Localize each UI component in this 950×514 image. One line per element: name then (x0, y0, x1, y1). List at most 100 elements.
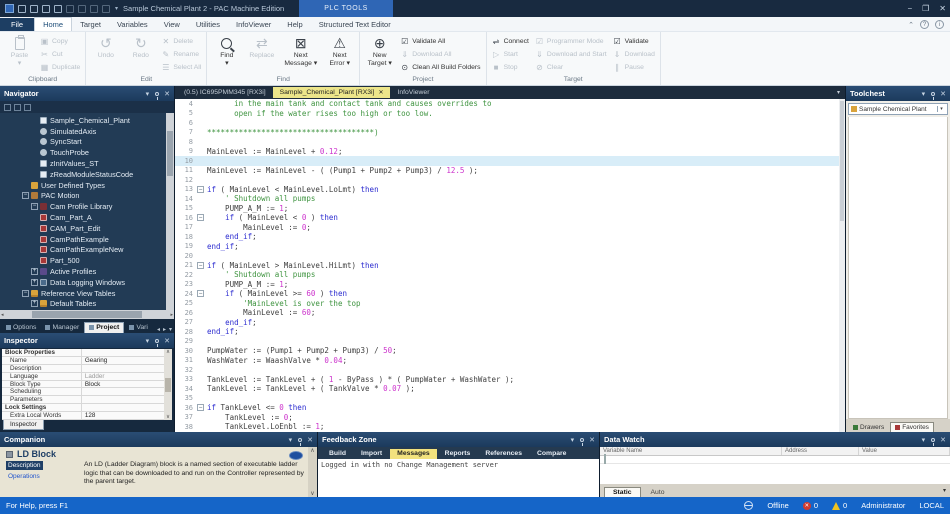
start-button[interactable]: ▷Start (490, 48, 531, 60)
download-and-start-button[interactable]: ⇓Download and Start (533, 48, 609, 60)
fold-collapse-icon[interactable]: − (197, 186, 204, 193)
inspector-row[interactable]: Description (2, 365, 172, 373)
ribbon-tab-structured-text-editor[interactable]: Structured Text Editor (311, 18, 399, 31)
close-icon[interactable]: ✕ (939, 4, 946, 13)
ribbon-tab-target[interactable]: Target (72, 18, 109, 31)
scroll-right-icon[interactable]: ▸ (170, 312, 173, 318)
next-message-button[interactable]: ⊠NextMessage ▾ (280, 33, 321, 75)
tab-options[interactable]: Options (2, 323, 40, 333)
code-line[interactable]: 8 (175, 137, 845, 147)
validate-button[interactable]: ☑Validate (611, 35, 657, 47)
replace-button[interactable]: ⇄Replace (245, 33, 278, 75)
code-line[interactable]: 20 (175, 251, 845, 261)
code-line[interactable]: 29 (175, 337, 845, 347)
ribbon-tab-home[interactable]: Home (34, 17, 72, 31)
code-line[interactable]: 23 PUMP_A_M := 1; (175, 280, 845, 290)
redo-icon[interactable] (78, 5, 86, 13)
nav-view-icon-3[interactable] (24, 104, 31, 111)
save-icon[interactable] (18, 5, 26, 13)
stop-button[interactable]: ■Stop (490, 61, 531, 73)
pin-icon[interactable] (298, 438, 302, 442)
save-all-icon[interactable] (30, 5, 38, 13)
undo-button[interactable]: ↺Undo (89, 33, 122, 75)
panel-menu-icon[interactable]: ▾ (571, 436, 575, 444)
next-error-button[interactable]: ⚠NextError ▾ (323, 33, 356, 75)
tree-item-zreadmodulestatuscode[interactable]: zReadModuleStatusCode (0, 169, 174, 180)
code-line[interactable]: 24− if ( MainLevel >= 60 ) then (175, 289, 845, 299)
tab-build[interactable]: Build (322, 449, 353, 459)
document-tab[interactable]: InfoViewer (390, 87, 436, 98)
download-all-button[interactable]: ⇓Download All (398, 48, 482, 60)
tree-item-data-logging-windows[interactable]: +Data Logging Windows (0, 277, 174, 288)
tree-item-cam-part-edit[interactable]: CAM_Part_Edit (0, 223, 174, 234)
code-line[interactable]: 36−if TankLevel <= 0 then (175, 403, 845, 413)
tabs-right-icon[interactable]: ▸ (163, 326, 166, 333)
minimize-icon[interactable]: − (907, 4, 912, 13)
companion-scrollbar[interactable]: ∧ ∨ (308, 447, 317, 497)
select-all-button[interactable]: ☰Select All (159, 61, 203, 73)
inspector-row[interactable]: NameGearing (2, 357, 172, 365)
restore-icon[interactable]: ❐ (922, 4, 929, 13)
code-line[interactable]: 9MainLevel := MainLevel + 0.12; (175, 147, 845, 157)
structured-text-editor[interactable]: 4 in the main tank and contact tank and … (175, 99, 845, 432)
code-line[interactable]: 7*************************************) (175, 128, 845, 138)
tab-auto[interactable]: Auto (643, 488, 673, 497)
code-line[interactable]: 6 (175, 118, 845, 128)
code-line[interactable]: 14 ' Shutdown all pumps (175, 194, 845, 204)
redo-button[interactable]: ↻Redo (124, 33, 157, 75)
inspector-row[interactable]: Extra Local Words128 (2, 412, 172, 420)
expand-icon[interactable]: + (31, 279, 38, 286)
code-line[interactable]: 34TankLevel := TankLevel + ( TankValve *… (175, 384, 845, 394)
tree-item-reference-view-tables[interactable]: −Reference View Tables (0, 288, 174, 299)
code-line[interactable]: 25 'MainLevel is over the top (175, 299, 845, 309)
panel-menu-icon[interactable]: ▾ (289, 436, 293, 444)
code-line[interactable]: 27 end_if; (175, 318, 845, 328)
error-counter[interactable]: ✕ 0 (803, 501, 818, 510)
tree-item-active-profiles[interactable]: +Active Profiles (0, 266, 174, 277)
new-target-button[interactable]: ⊕NewTarget ▾ (363, 33, 396, 75)
panel-menu-icon[interactable]: ▾ (146, 337, 150, 345)
code-line[interactable]: 16− if ( MainLevel < 0 ) then (175, 213, 845, 223)
code-line[interactable]: 13−if ( MainLevel < MainLevel.LoLmt) the… (175, 185, 845, 195)
tab-static[interactable]: Static (604, 487, 641, 497)
navigator-hscrollbar[interactable]: ◂ ▸ (0, 310, 174, 319)
qat-dropdown-icon[interactable]: ▾ (115, 5, 118, 12)
print-icon[interactable] (90, 5, 98, 13)
inspector-scrollbar[interactable]: ∧ ∨ (164, 349, 172, 420)
scroll-down-icon[interactable]: ∨ (310, 490, 314, 497)
toolchest-content[interactable] (848, 117, 948, 419)
contextual-tab-band[interactable]: PLC TOOLS (299, 0, 393, 17)
tab-project[interactable]: Project (84, 322, 124, 333)
tree-item-zinitvalues-st[interactable]: zInitValues_ST (0, 158, 174, 169)
code-line[interactable]: 4 in the main tank and contact tank and … (175, 99, 845, 109)
code-line[interactable]: 33TankLevel := TankLevel + ( 1 - ByPass … (175, 375, 845, 385)
panel-menu-icon[interactable]: ▾ (922, 90, 926, 98)
fold-collapse-icon[interactable]: − (197, 262, 204, 269)
tree-item-campathexamplenew[interactable]: CamPathExampleNew (0, 245, 174, 256)
tree-item-syncstart[interactable]: SyncStart (0, 137, 174, 148)
close-icon[interactable]: ✕ (164, 90, 170, 98)
code-line[interactable]: 10 (175, 156, 845, 166)
duplicate-button[interactable]: ▦Duplicate (38, 61, 82, 73)
code-line[interactable]: 30PumpWater := (Pump1 + Pump2 + Pump3) /… (175, 346, 845, 356)
tab-messages[interactable]: Messages (390, 449, 437, 459)
copy-button[interactable]: ▣Copy (38, 35, 82, 47)
pause-button[interactable]: ∥Pause (611, 61, 657, 73)
document-tab[interactable]: Sample_Chemical_Plant [RX3i]✕ (273, 87, 391, 98)
app-icon[interactable] (5, 4, 14, 13)
collapse-ribbon-icon[interactable]: ⌃ (908, 21, 914, 29)
tab-import[interactable]: Import (354, 449, 389, 459)
tree-item-pac-motion[interactable]: −PAC Motion (0, 191, 174, 202)
inspector-row[interactable]: LanguageLadder (2, 373, 172, 381)
fold-collapse-icon[interactable]: − (197, 404, 204, 411)
code-line[interactable]: 22 ' Shutdown all pumps (175, 270, 845, 280)
download-button[interactable]: ⇓Download (611, 48, 657, 60)
collapse-icon[interactable]: − (22, 192, 29, 199)
code-line[interactable]: 38 TankLevel.LoEnbl := 1; (175, 422, 845, 432)
connect-button[interactable]: ⇌Connect (490, 35, 531, 47)
code-line[interactable]: 21−if ( MainLevel > MainLevel.HiLmt) the… (175, 261, 845, 271)
scroll-left-icon[interactable]: ◂ (1, 312, 4, 318)
delete-button[interactable]: ✕Delete (159, 35, 203, 47)
ribbon-tab-utilities[interactable]: Utilities (188, 18, 228, 31)
code-line[interactable]: 11MainLevel := MainLevel - ( (Pump1 + Pu… (175, 166, 845, 176)
